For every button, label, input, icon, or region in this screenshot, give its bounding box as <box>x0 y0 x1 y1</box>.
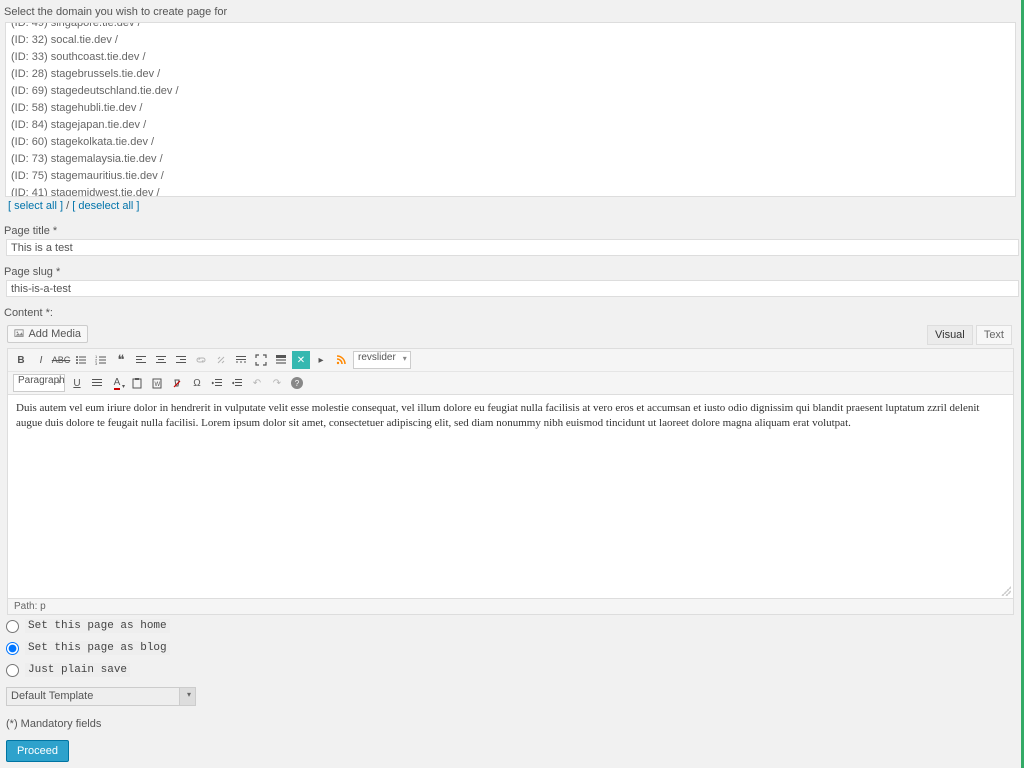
insert-more-button[interactable] <box>232 351 250 369</box>
domain-item[interactable]: (ID: 28) stagebrussels.tie.dev / <box>11 66 1010 83</box>
align-left-button[interactable] <box>132 351 150 369</box>
link-button[interactable] <box>192 351 210 369</box>
unlink-button[interactable] <box>212 351 230 369</box>
template-select[interactable]: Default Template <box>6 687 196 706</box>
svg-text:W: W <box>155 382 161 388</box>
radio-plain-label: Just plain save <box>25 663 130 677</box>
page-slug-input[interactable] <box>6 280 1019 297</box>
domain-item[interactable]: (ID: 84) stagejapan.tie.dev / <box>11 117 1010 134</box>
add-media-label: Add Media <box>28 328 81 340</box>
underline-button[interactable]: U <box>68 374 86 392</box>
domain-item[interactable]: (ID: 49) singapore.tie.dev / <box>11 22 1010 32</box>
resize-handle[interactable] <box>1001 586 1011 596</box>
deselect-all-link[interactable]: [ deselect all ] <box>72 200 139 212</box>
domain-item[interactable]: (ID: 60) stagekolkata.tie.dev / <box>11 134 1010 151</box>
tab-visual[interactable]: Visual <box>927 325 973 345</box>
paste-word-button[interactable]: W <box>148 374 166 392</box>
proceed-button[interactable]: Proceed <box>6 740 69 762</box>
tab-text[interactable]: Text <box>976 325 1012 345</box>
content-label: Content *: <box>2 305 1019 322</box>
italic-button[interactable]: I <box>32 351 50 369</box>
select-all-link[interactable]: [ select all ] <box>8 200 63 212</box>
domain-item[interactable]: (ID: 41) stagemidwest.tie.dev / <box>11 185 1010 197</box>
revslider-select[interactable]: revslider <box>353 351 411 369</box>
domain-item[interactable]: (ID: 75) stagemauritius.tie.dev / <box>11 168 1010 185</box>
editor-toolbar: B I ABC 123 ❝ <box>7 348 1014 394</box>
page-title-label: Page title * <box>4 223 1017 239</box>
mandatory-note: (*) Mandatory fields <box>0 712 1021 736</box>
add-media-button[interactable]: Add Media <box>7 325 88 343</box>
clear-format-button[interactable] <box>168 374 186 392</box>
align-center-button[interactable] <box>152 351 170 369</box>
indent-button[interactable] <box>228 374 246 392</box>
radio-home-label: Set this page as home <box>25 619 170 633</box>
bold-button[interactable]: B <box>12 351 30 369</box>
redo-button[interactable]: ↷ <box>268 374 286 392</box>
blockquote-button[interactable]: ❝ <box>112 351 130 369</box>
paste-text-button[interactable] <box>128 374 146 392</box>
rss-icon[interactable] <box>332 351 350 369</box>
domain-item[interactable]: (ID: 69) stagedeutschland.tie.dev / <box>11 83 1010 100</box>
outdent-button[interactable] <box>208 374 226 392</box>
page-slug-label: Page slug * <box>4 264 1017 280</box>
svg-text:3: 3 <box>95 361 98 366</box>
radio-blog-label: Set this page as blog <box>25 641 170 655</box>
number-list-button[interactable]: 123 <box>92 351 110 369</box>
domain-item[interactable]: (ID: 58) stagehubli.tie.dev / <box>11 100 1010 117</box>
shortcode-arrow-button[interactable]: ▸ <box>312 351 330 369</box>
align-justify-button[interactable] <box>88 374 106 392</box>
domain-section-label: Select the domain you wish to create pag… <box>0 0 1021 22</box>
domain-item[interactable]: (ID: 32) socal.tie.dev / <box>11 32 1010 49</box>
shortcode-x-button[interactable]: ✕ <box>292 351 310 369</box>
help-button[interactable]: ? <box>288 374 306 392</box>
radio-plain[interactable] <box>6 664 19 677</box>
bullet-list-button[interactable] <box>72 351 90 369</box>
page-title-input[interactable] <box>6 239 1019 256</box>
domain-item[interactable]: (ID: 73) stagemalaysia.tie.dev / <box>11 151 1010 168</box>
fullscreen-button[interactable] <box>252 351 270 369</box>
editor-path: Path: p <box>7 599 1014 615</box>
media-icon <box>14 329 24 339</box>
domain-listbox[interactable]: (ID: 49) singapore.tie.dev / (ID: 32) so… <box>5 22 1016 197</box>
text-color-button[interactable]: A▾ <box>108 374 126 392</box>
undo-button[interactable]: ↶ <box>248 374 266 392</box>
radio-blog[interactable] <box>6 642 19 655</box>
content-editor[interactable]: Duis autem vel eum iriure dolor in hendr… <box>7 394 1014 599</box>
toolbar-toggle-button[interactable] <box>272 351 290 369</box>
domain-item[interactable]: (ID: 33) southcoast.tie.dev / <box>11 49 1010 66</box>
radio-home[interactable] <box>6 620 19 633</box>
strike-button[interactable]: ABC <box>52 351 70 369</box>
special-char-button[interactable]: Ω <box>188 374 206 392</box>
align-right-button[interactable] <box>172 351 190 369</box>
content-body: Duis autem vel eum iriure dolor in hendr… <box>16 402 979 429</box>
paragraph-select[interactable]: Paragraph <box>13 374 65 392</box>
